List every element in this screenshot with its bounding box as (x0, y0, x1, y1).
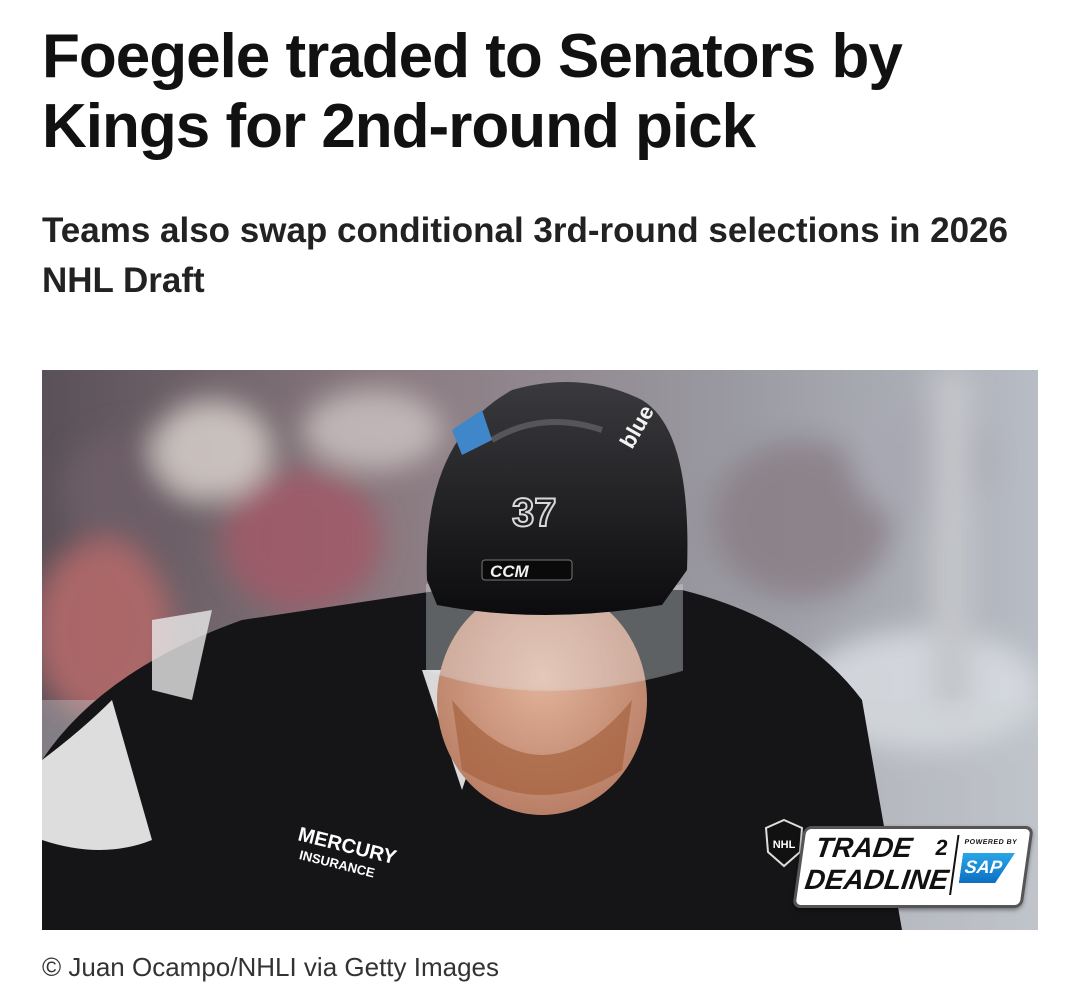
badge-line-1: TRADE (813, 832, 915, 863)
article-subheadline: Teams also swap conditional 3rd-round se… (42, 211, 1009, 300)
sap-logo: SAP (959, 853, 1015, 883)
article-photo[interactable]: MERCURY INSURANCE CCM 37 blue NHL TRADE … (42, 370, 1038, 930)
helmet-brand: CCM (490, 562, 530, 581)
svg-text:NHL: NHL (773, 839, 796, 851)
helmet-number: 37 (512, 491, 557, 535)
article-headline: Foegele traded to Senators by Kings for … (42, 22, 903, 161)
trade-deadline-badge: NHL TRADE 2 DEADLINE POWERED BY SAP (762, 818, 1034, 908)
photo-caption: © Juan Ocampo/NHLI via Getty Images (42, 952, 500, 982)
badge-mark: 2 (933, 835, 950, 860)
badge-powered-by: POWERED BY (963, 839, 1018, 846)
badge-line-2: DEADLINE (803, 864, 951, 895)
